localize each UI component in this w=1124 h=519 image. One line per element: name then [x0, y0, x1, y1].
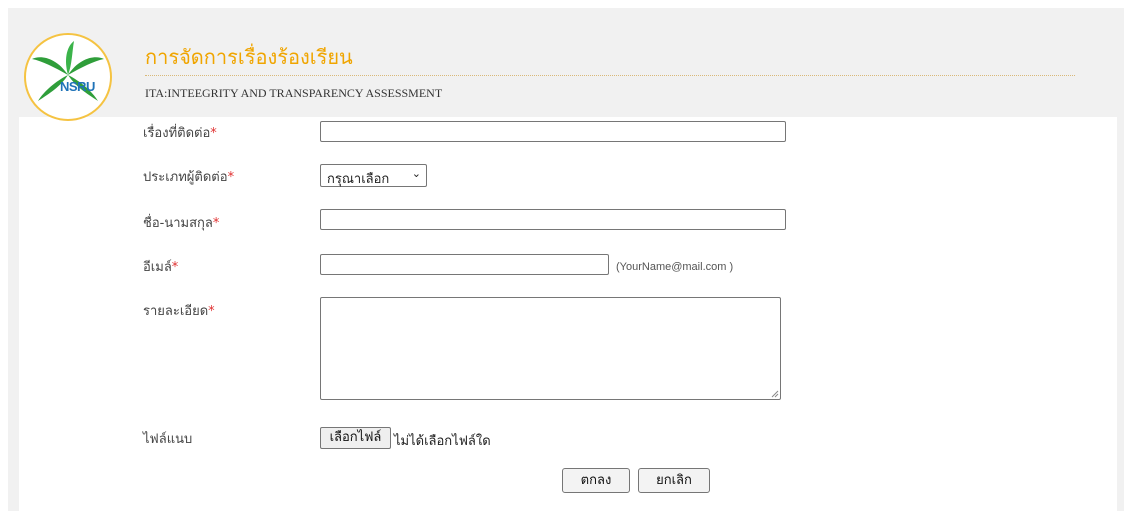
email-label: อีเมล์*	[143, 260, 179, 275]
resize-handle-icon[interactable]	[771, 390, 779, 398]
no-file-text: ไม่ได้เลือกไฟล์ใด	[394, 434, 491, 449]
choose-file-button[interactable]: เลือกไฟล์	[320, 427, 391, 449]
logo-text: NSRU	[60, 79, 95, 94]
name-input[interactable]	[320, 209, 786, 230]
leaf-icon	[32, 41, 104, 101]
contact-type-label: ประเภทผู้ติดต่อ*	[143, 170, 235, 185]
email-hint: (YourName@mail.com )	[616, 261, 734, 273]
chevron-down-icon: ⌄	[411, 167, 421, 180]
required-mark: *	[208, 304, 215, 319]
required-mark: *	[210, 126, 217, 141]
required-mark: *	[227, 170, 235, 185]
name-label: ชื่อ-นามสกุล*	[143, 216, 220, 231]
required-mark: *	[171, 260, 179, 275]
contact-type-select[interactable]: กรุณาเลือก ⌄	[320, 164, 427, 187]
subject-label: เรื่องที่ติดต่อ*	[143, 126, 217, 141]
page-subtitle: ITA:INTEEGRITY AND TRANSPARENCY ASSESSME…	[145, 86, 443, 100]
email-input[interactable]	[320, 254, 609, 275]
subject-input[interactable]	[320, 121, 786, 142]
nsru-logo: NSRU	[24, 33, 112, 121]
title-divider	[145, 75, 1075, 76]
ok-button[interactable]: ตกลง	[562, 468, 630, 493]
cancel-button[interactable]: ยกเลิก	[638, 468, 710, 493]
detail-label: รายละเอียด*	[143, 304, 215, 319]
detail-textarea[interactable]	[320, 297, 781, 400]
contact-type-selected: กรุณาเลือก	[327, 172, 390, 187]
page-title: การจัดการเรื่องร้องเรียน	[145, 45, 353, 69]
required-mark: *	[212, 216, 220, 231]
attachment-label: ไฟล์แนบ	[143, 432, 193, 447]
